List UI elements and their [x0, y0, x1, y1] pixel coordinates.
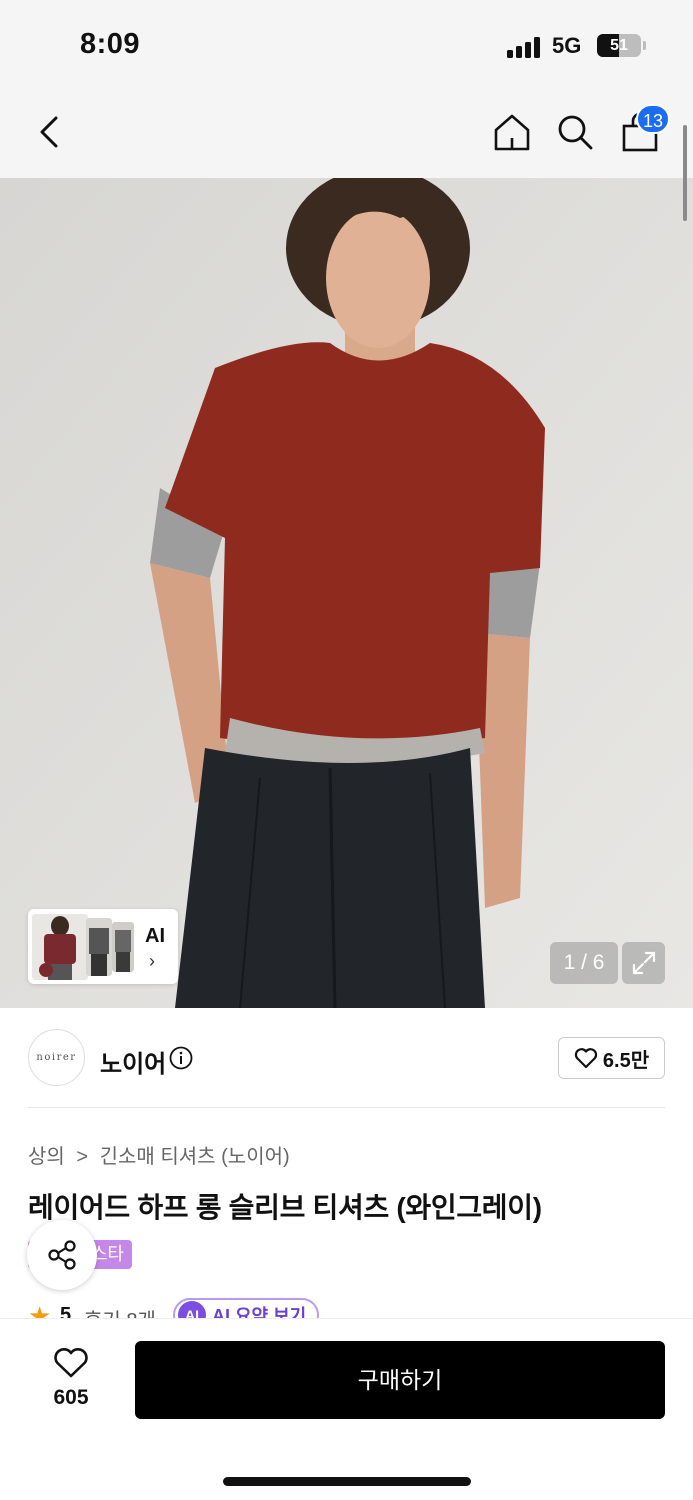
share-icon: [48, 1240, 76, 1270]
home-icon: [494, 114, 530, 151]
product-title: 레이어드 하프 롱 슬리브 티셔츠 (와인그레이): [28, 1192, 542, 1223]
brand-row: noirer 노이어 6.5만: [0, 1008, 693, 1108]
battery-icon: 51: [597, 34, 641, 57]
heart-icon: [54, 1348, 88, 1378]
expand-button[interactable]: [622, 942, 665, 984]
brand-logo[interactable]: noirer: [28, 1029, 85, 1086]
network-type: 5G: [552, 33, 582, 58]
search-button[interactable]: [549, 106, 601, 158]
brand-like-count: 6.5만: [602, 1049, 650, 1072]
product-image[interactable]: [0, 178, 693, 1008]
ai-thumbnail: [86, 918, 112, 976]
status-bar: 8:09 5G 51: [0, 0, 693, 92]
chevron-left-icon: [40, 116, 58, 148]
scrollbar[interactable]: [683, 125, 687, 221]
home-indicator: [223, 1477, 471, 1486]
battery-level: 51: [610, 37, 628, 54]
battery-cap: [643, 41, 646, 50]
back-button[interactable]: [24, 106, 76, 158]
home-button[interactable]: [486, 106, 538, 158]
nav-bar: [0, 92, 693, 178]
brand-like-button[interactable]: 6.5만: [558, 1037, 665, 1079]
bottom-action-bar: 605 구매하기: [0, 1318, 693, 1500]
search-icon: [558, 115, 593, 150]
divider: [28, 1107, 665, 1108]
breadcrumb-separator: >: [76, 1146, 89, 1168]
status-time: 8:09: [80, 28, 141, 60]
ai-thumbnail: [32, 914, 88, 980]
chevron-right-icon: ›: [149, 951, 155, 971]
buy-button[interactable]: 구매하기: [135, 1341, 665, 1419]
cart-badge: 13: [636, 104, 670, 134]
image-counter: 1 / 6: [550, 942, 618, 984]
model-illustration: [0, 178, 693, 1008]
wishlist-button[interactable]: 605: [40, 1347, 102, 1410]
ai-label: AI: [145, 925, 165, 947]
breadcrumb-item[interactable]: 긴소매 티셔츠 (노이어): [100, 1146, 290, 1168]
brand-name[interactable]: 노이어: [100, 1044, 166, 1079]
share-button[interactable]: [27, 1220, 97, 1290]
expand-icon: [632, 951, 655, 975]
heart-icon: [574, 1048, 598, 1069]
ai-thumbnail: [112, 922, 134, 972]
breadcrumb-item[interactable]: 상의: [28, 1146, 65, 1168]
signal-icon: [507, 36, 543, 58]
ai-styling-card[interactable]: AI ›: [28, 909, 178, 984]
wishlist-count: 605: [53, 1386, 89, 1409]
info-icon[interactable]: [169, 1046, 193, 1070]
breadcrumb: 상의 > 긴소매 티셔츠 (노이어): [28, 1140, 290, 1169]
